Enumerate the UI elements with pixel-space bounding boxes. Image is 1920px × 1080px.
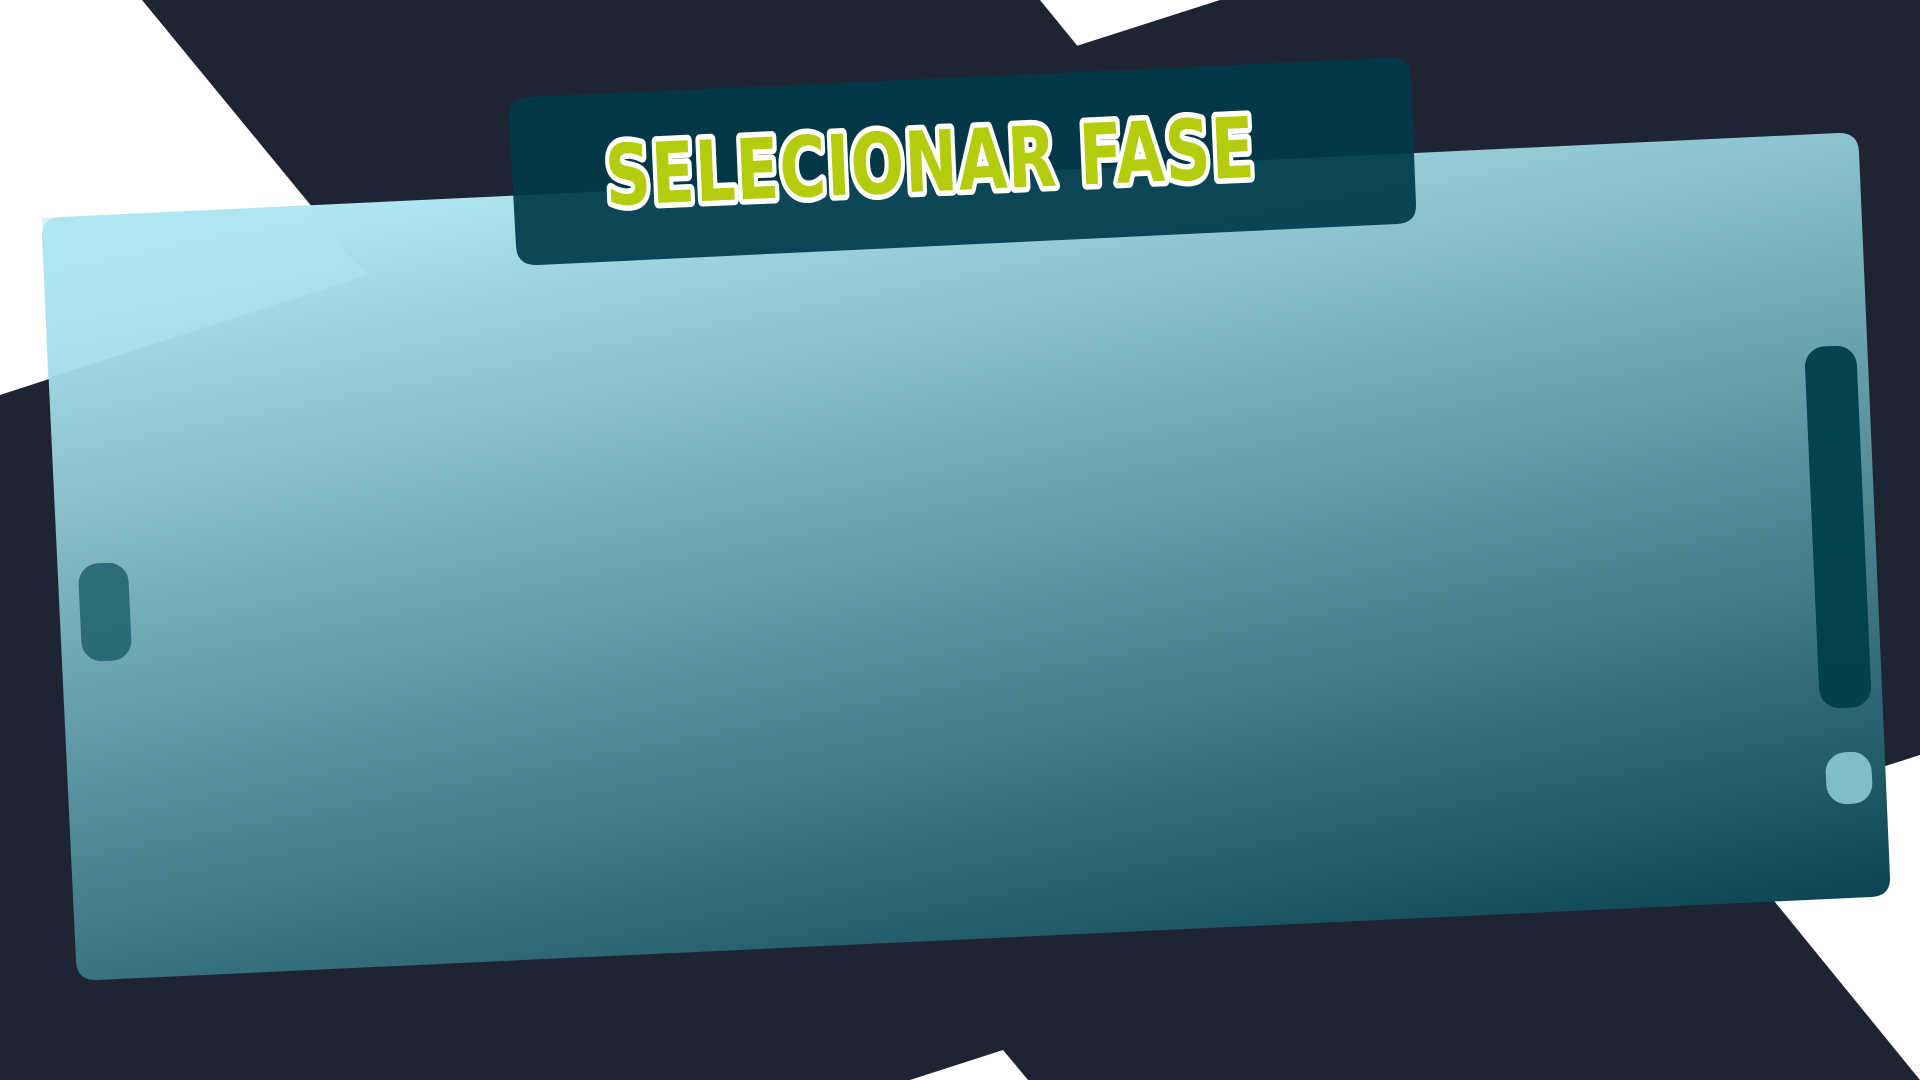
- previous-handle-icon[interactable]: [78, 562, 133, 662]
- level-select-screen: SELECIONAR FASE: [0, 0, 1920, 1080]
- level-select-canvas: SELECIONAR FASE: [0, 0, 1920, 1080]
- scroll-thumb-icon[interactable]: [1825, 751, 1874, 805]
